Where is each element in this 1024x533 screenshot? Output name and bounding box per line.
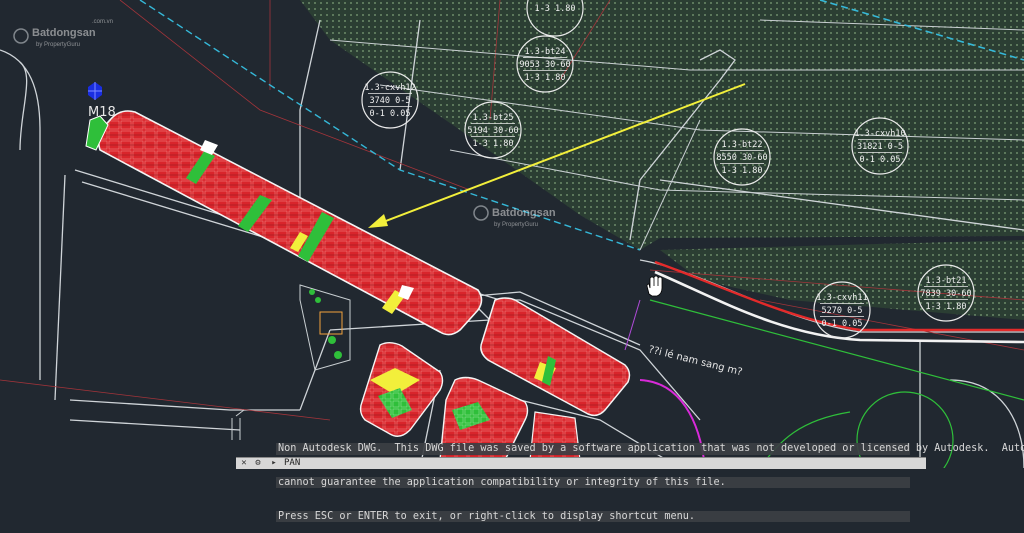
plot-tag-line: 31821 0-5	[857, 142, 903, 152]
plot-tag-line: 9053 30-60	[519, 60, 570, 70]
watermark-logo-center: Batdongsan by PropertyGuru	[473, 205, 556, 228]
plot-tag-line: 1.3-bt25	[473, 113, 514, 123]
plot-tag-line: 0-1 0.05	[860, 155, 901, 165]
plot-tag-line: 0-1 0.05	[370, 109, 411, 119]
plot-tag-line: 1.3-bt24	[525, 47, 566, 57]
plot-tag-line: 1-3 1.80	[535, 4, 576, 14]
plot-tag-line: 1.3-cxvh12	[364, 83, 415, 93]
close-icon[interactable]: ✕	[238, 458, 250, 468]
wrench-icon[interactable]: ⚙	[252, 458, 264, 468]
plot-tag-line: 1.3-cxvh10	[854, 129, 905, 139]
plot-tag-line: 1-3 1.80	[926, 302, 967, 312]
command-message-1: Non Autodesk DWG. This DWG file was save…	[276, 443, 1024, 455]
watermark-brand: Batdongsan	[32, 27, 96, 39]
plot-tag-line: 1.3-bt21	[926, 276, 967, 286]
plot-tag-line: 3740 0-5	[370, 96, 411, 106]
watermark-sub: by PropertyGuru	[36, 42, 80, 48]
purple-guide	[624, 299, 641, 351]
watermark-sub-center: by PropertyGuru	[494, 222, 538, 228]
plot-tag-line: 1.3-bt22	[722, 140, 763, 150]
plot-tag-line: 1.3-cxvh11	[816, 293, 867, 303]
command-prompt-icon: ▸	[271, 458, 277, 468]
current-command[interactable]: PAN	[284, 458, 300, 468]
command-message-2: cannot guarantee the application compati…	[276, 477, 910, 489]
plot-tag-line: 1-3 1.80	[473, 139, 514, 149]
watermark-logo-top: Batdongsan .com.vn by PropertyGuru	[13, 19, 113, 48]
plot-tag-line: 5270 0-5	[822, 306, 863, 316]
command-line-bar[interactable]: ✕ ⚙ ▸ PAN	[236, 457, 926, 469]
hand-pan-icon	[646, 275, 663, 297]
block-code-label: M18	[88, 105, 116, 120]
watermark-brand-center: Batdongsan	[492, 207, 556, 219]
plot-tag-line: 0-1 0.05	[822, 319, 863, 329]
plot-tag-line: 1-3 1.80	[722, 166, 763, 176]
plot-tag-line: 7839 30-60	[920, 289, 971, 299]
command-message-3: Press ESC or ENTER to exit, or right-cli…	[276, 510, 910, 522]
plot-tag-line: 8550 30-60	[716, 153, 767, 163]
road-note-label: ??i lé nam sang m?	[647, 343, 743, 378]
cad-drawing-canvas[interactable]: 1.3-bt24 9053 30-60 1-3 1.80 1.3-cxvh12 3740…	[0, 0, 1024, 468]
m18-marker	[88, 82, 102, 100]
plot-tag-line: 1-3 1.80	[525, 73, 566, 83]
command-history: Non Autodesk DWG. This DWG file was save…	[276, 421, 1024, 533]
plot-tag-line: 5194 30-60	[467, 126, 518, 136]
watermark-com: .com.vn	[92, 19, 113, 25]
lot-block-m18[interactable]	[85, 110, 483, 336]
road-hatch-marks	[231, 409, 245, 440]
small-facility-block	[299, 284, 351, 371]
